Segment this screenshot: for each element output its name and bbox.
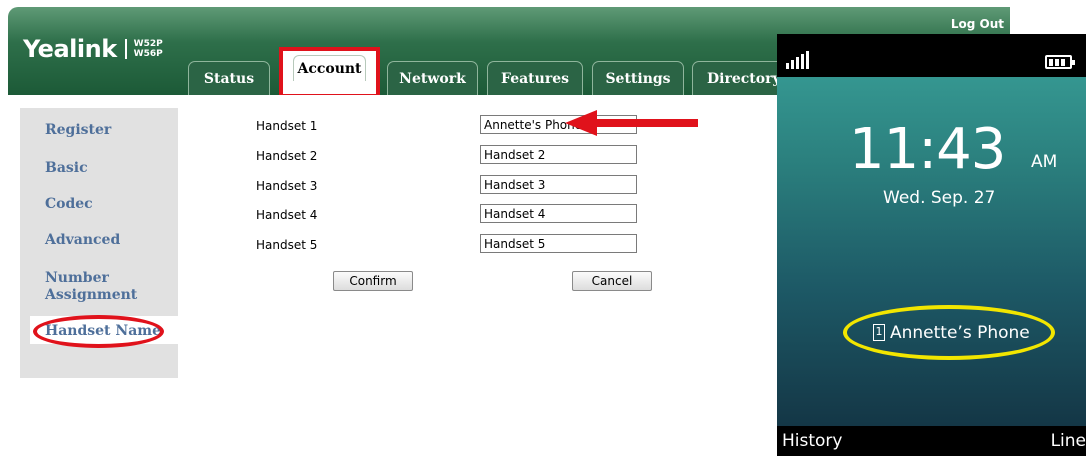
logo-model-2: W56P [133, 49, 163, 59]
tab-status[interactable]: Status [188, 61, 270, 95]
phone-ampm: AM [1031, 152, 1058, 172]
highlight-circle-handset-name [843, 305, 1055, 360]
tab-settings[interactable]: Settings [592, 61, 684, 95]
softkey-line[interactable]: Line [1051, 431, 1086, 451]
yealink-logo: Yealink W52P W56P [23, 35, 163, 63]
phone-date: Wed. Sep. 27 [883, 188, 996, 208]
handset-2-label: Handset 2 [256, 149, 318, 163]
handset-1-label: Handset 1 [256, 119, 318, 133]
logout-link[interactable]: Log Out [951, 17, 1004, 31]
softkey-bar: History Line [777, 426, 1086, 456]
sidebar-item-advanced[interactable]: Advanced [45, 232, 120, 249]
handset-5-label: Handset 5 [256, 238, 318, 252]
sidebar-item-basic[interactable]: Basic [45, 160, 88, 177]
signal-icon [786, 51, 809, 69]
battery-icon [1045, 55, 1075, 69]
confirm-button[interactable]: Confirm [333, 271, 413, 291]
handset-3-input[interactable]: Handset 3 [480, 175, 637, 194]
logo-model-1: W52P [133, 39, 163, 49]
softkey-history[interactable]: History [782, 431, 842, 451]
handset-4-label: Handset 4 [256, 208, 318, 222]
handset-5-input[interactable]: Handset 5 [480, 234, 637, 253]
phone-clock: 11:43 [849, 117, 1006, 182]
handset-2-input[interactable]: Handset 2 [480, 145, 637, 164]
sidebar-item-codec[interactable]: Codec [45, 196, 93, 213]
phone-status-bar [777, 34, 1086, 77]
tab-account[interactable]: Account [279, 47, 380, 98]
sidebar-item-register[interactable]: Register [45, 122, 111, 139]
handset-4-input[interactable]: Handset 4 [480, 204, 637, 223]
highlight-circle-handset-name [33, 315, 164, 348]
sidebar-item-number-assignment[interactable]: Number Assignment [45, 270, 155, 304]
logo-brand: Yealink [23, 35, 117, 63]
tab-network[interactable]: Network [387, 61, 478, 95]
logo-models: W52P W56P [134, 39, 163, 59]
handset-screen: 11:43 AM Wed. Sep. 27 1 Annette’s Phone … [777, 34, 1086, 456]
tab-features[interactable]: Features [487, 61, 583, 95]
logo-divider [124, 39, 127, 59]
tab-account-label: Account [297, 60, 362, 77]
handset-3-label: Handset 3 [256, 179, 318, 193]
red-arrow-icon [565, 110, 698, 136]
cancel-button[interactable]: Cancel [572, 271, 652, 291]
